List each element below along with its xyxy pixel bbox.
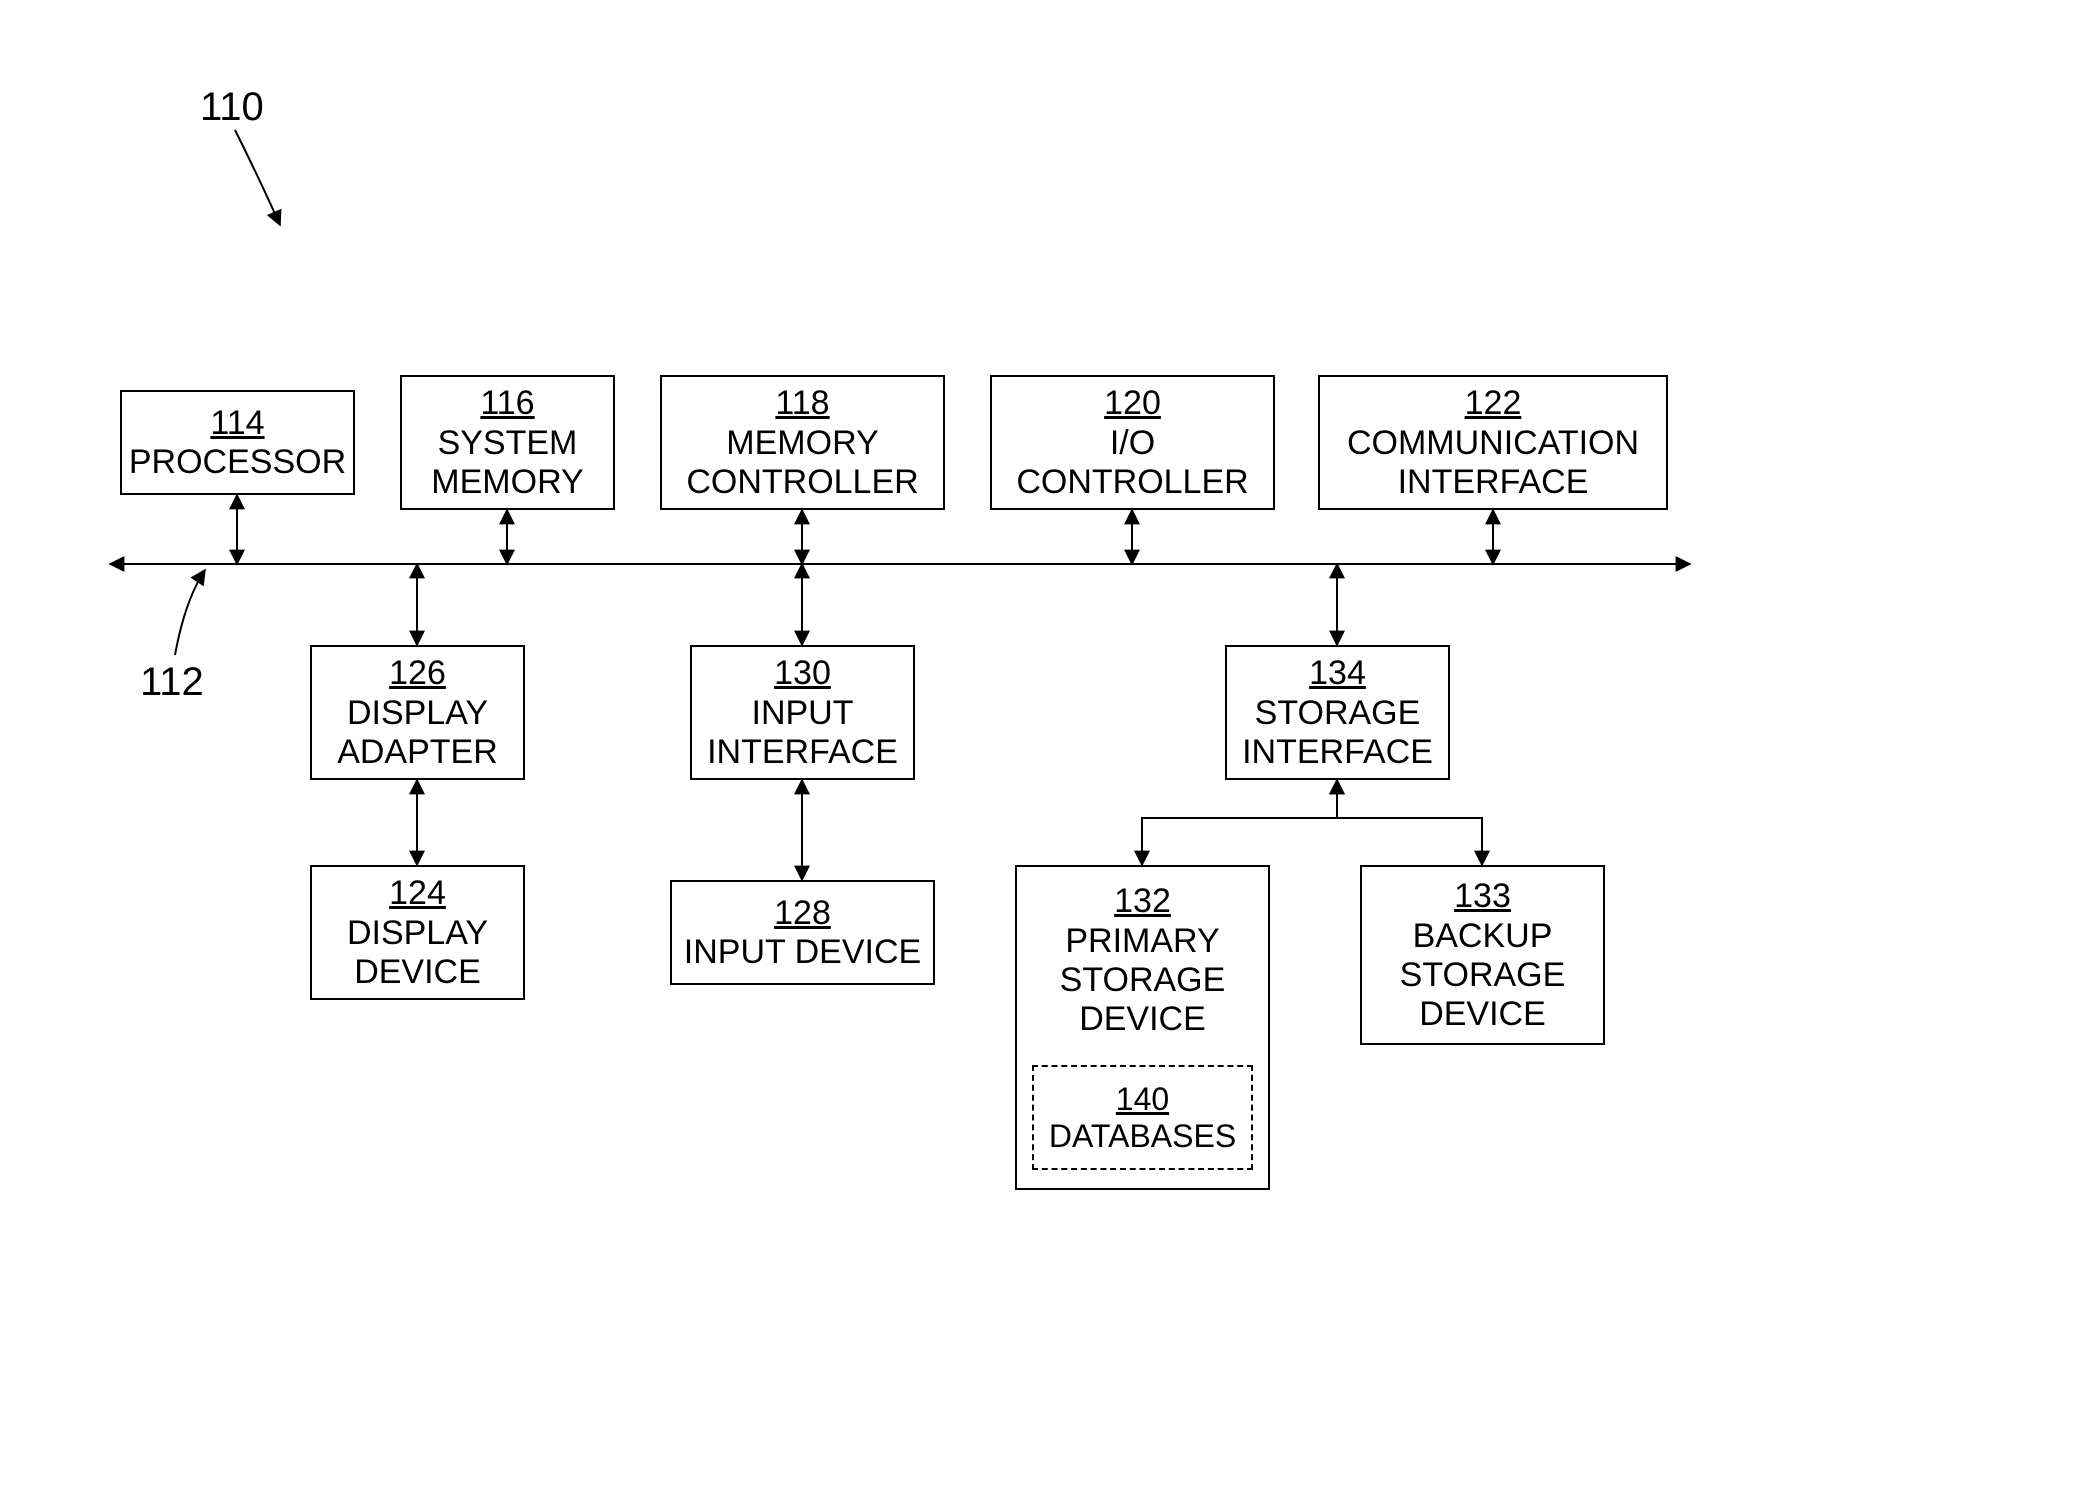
block-label: DISPLAY DEVICE [347, 914, 488, 992]
block-memory-controller: 118MEMORY CONTROLLER [660, 375, 945, 510]
block-databases: 140DATABASES [1032, 1065, 1253, 1170]
block-display-adapter: 126DISPLAY ADAPTER [310, 645, 525, 780]
block-num: 114 [210, 403, 264, 444]
block-num: 132 [1114, 881, 1171, 922]
block-label: STORAGE INTERFACE [1242, 694, 1433, 772]
block-label: PRIMARY STORAGE DEVICE [1060, 922, 1226, 1039]
block-display-device: 124DISPLAY DEVICE [310, 865, 525, 1000]
figure-ref-112: 112 [140, 660, 204, 705]
block-input-device: 128INPUT DEVICE [670, 880, 935, 985]
block-label: MEMORY CONTROLLER [686, 424, 918, 502]
block-label: INPUT INTERFACE [707, 694, 898, 772]
block-label: I/O CONTROLLER [1016, 424, 1248, 502]
block-label: DISPLAY ADAPTER [337, 694, 498, 772]
block-num: 120 [1104, 383, 1161, 424]
block-num: 126 [389, 653, 446, 694]
block-num: 130 [774, 653, 831, 694]
block-label: PROCESSOR [129, 443, 346, 482]
block-num: 118 [775, 383, 829, 424]
block-label: DATABASES [1049, 1118, 1236, 1155]
block-communication-interface: 122COMMUNICATION INTERFACE [1318, 375, 1668, 510]
diagram-canvas: 110 112 114PROCESSOR 116SYSTEM MEMORY 118M… [0, 0, 2078, 1488]
block-num: 122 [1465, 383, 1522, 424]
block-label: COMMUNICATION INTERFACE [1347, 424, 1639, 502]
block-system-memory: 116SYSTEM MEMORY [400, 375, 615, 510]
block-num: 134 [1309, 653, 1366, 694]
block-label: BACKUP STORAGE DEVICE [1400, 917, 1566, 1034]
block-num: 124 [389, 873, 446, 914]
block-num: 133 [1454, 876, 1511, 917]
block-label: SYSTEM MEMORY [431, 424, 583, 502]
block-num: 116 [480, 383, 534, 424]
figure-ref-110: 110 [200, 85, 264, 130]
block-backup-storage: 133BACKUP STORAGE DEVICE [1360, 865, 1605, 1045]
block-label: INPUT DEVICE [684, 933, 921, 972]
block-input-interface: 130INPUT INTERFACE [690, 645, 915, 780]
block-processor: 114PROCESSOR [120, 390, 355, 495]
block-num: 140 [1116, 1081, 1169, 1118]
block-io-controller: 120I/O CONTROLLER [990, 375, 1275, 510]
block-num: 128 [774, 893, 831, 934]
block-storage-interface: 134STORAGE INTERFACE [1225, 645, 1450, 780]
